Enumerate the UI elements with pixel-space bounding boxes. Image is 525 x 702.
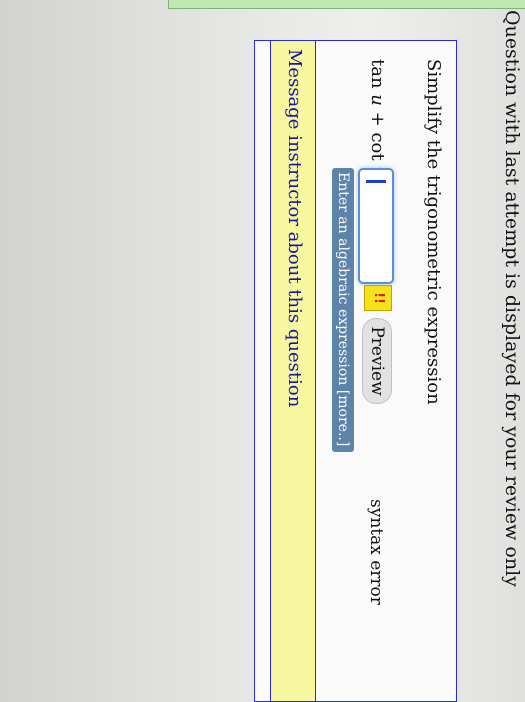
syntax-error-message: syntax error: [366, 499, 386, 605]
variable-u-1: u: [367, 94, 388, 106]
cot-function: cot: [367, 132, 388, 161]
answer-input[interactable]: [358, 168, 394, 284]
warning-icon[interactable]: !!: [364, 285, 392, 311]
message-instructor-bar: Message instructor about this question: [270, 41, 316, 701]
review-status-title: Question with last attempt is displayed …: [501, 10, 523, 587]
text-cursor: [366, 180, 386, 183]
rotated-page: Question with last attempt is displayed …: [0, 0, 525, 702]
plus-sign: +: [367, 111, 388, 127]
preview-button[interactable]: Preview: [362, 318, 392, 404]
question-prompt: Simplify the trigonometric expression: [423, 59, 444, 405]
tan-function: tan: [367, 59, 388, 89]
message-instructor-link[interactable]: Message instructor about this question: [284, 49, 305, 407]
input-hint-tooltip[interactable]: Enter an algebraic expression [more..]: [332, 168, 354, 452]
question-box: Simplify the trigonometric expression ta…: [254, 40, 457, 702]
